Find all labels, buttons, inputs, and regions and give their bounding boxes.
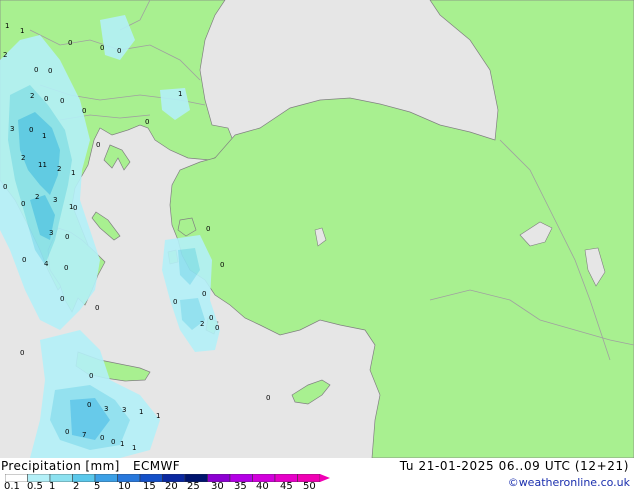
precip-value-label: 0 bbox=[173, 298, 177, 306]
precip-value-label: 0 bbox=[34, 66, 38, 74]
precip-value-label: 0 bbox=[73, 204, 77, 212]
precip-value-label: 4 bbox=[44, 260, 49, 268]
precip-value-label: 7 bbox=[82, 431, 86, 439]
precip-value-label: 0 bbox=[100, 44, 104, 52]
precip-value-label: 1 bbox=[42, 132, 46, 140]
precip-value-label: 0 bbox=[266, 394, 270, 402]
precip-value-label: 0 bbox=[44, 95, 48, 103]
scale-tick-label: 20 bbox=[165, 481, 178, 492]
precip-value-label: 1 bbox=[178, 90, 182, 98]
precip-value-label: 1 bbox=[132, 444, 136, 452]
precip-value-label: 0 bbox=[89, 372, 93, 380]
scale-tick-label: 1 bbox=[49, 481, 56, 492]
precip-value-label: 0 bbox=[111, 438, 115, 446]
scale-tick-label: 15 bbox=[143, 481, 156, 492]
valid-time: Tu 21-01-2025 06..09 UTC (12+21) bbox=[399, 459, 629, 473]
scale-tick-label: 0.1 bbox=[4, 481, 20, 492]
precip-value-label: 0 bbox=[82, 107, 86, 115]
precip-value-label: 0 bbox=[68, 39, 72, 47]
precip-value-label: 11 bbox=[38, 161, 47, 169]
scale-tick-label: 30 bbox=[211, 481, 224, 492]
scale-tick-label: 35 bbox=[234, 481, 247, 492]
precip-value-label: 1 bbox=[20, 27, 24, 35]
precip-value-label: 0 bbox=[100, 434, 104, 442]
precip-value-label: 0 bbox=[21, 200, 25, 208]
precip-value-label: 1 bbox=[71, 169, 75, 177]
precip-value-label: 2 bbox=[57, 165, 61, 173]
precip-value-label: 3 bbox=[104, 405, 108, 413]
scale-tick-label: 45 bbox=[280, 481, 293, 492]
precip-value-label: 1 bbox=[69, 203, 73, 211]
precip-value-label: 2 bbox=[30, 92, 34, 100]
precip-value-label: 2 bbox=[21, 154, 25, 162]
precip-value-label: 0 bbox=[65, 233, 69, 241]
precip-value-label: 0 bbox=[87, 401, 91, 409]
scale-arrow bbox=[320, 474, 330, 482]
scale-tick-label: 0.5 bbox=[27, 481, 43, 492]
precip-value-label: 3 bbox=[10, 125, 14, 133]
precip-value-label: 0 bbox=[96, 141, 100, 149]
precip-value-label: 0 bbox=[145, 118, 149, 126]
precip-value-label: 0 bbox=[64, 264, 68, 272]
scale-tick-label: 5 bbox=[94, 481, 101, 492]
precip-value-label: 0 bbox=[117, 47, 121, 55]
weather-map-page: 1 1 0 0 0 0 2 0 0 2 0 0 1 0 0 3 0 1 2 11 2 1 0 2 0 0 3 1 3 0 4 0 0 0 0 0 0 0 0… bbox=[0, 0, 634, 492]
precip-value-label: 1 bbox=[139, 408, 143, 416]
precipitation-map: 1100 002002 001003 01211 2 1020 0313 04 00000000… bbox=[0, 0, 634, 458]
precip-value-label: 0 bbox=[3, 183, 7, 191]
precip-value-label: 0 bbox=[206, 225, 210, 233]
precip-value-label: 2 bbox=[3, 51, 7, 59]
precip-value-label: 0 bbox=[220, 261, 224, 269]
scale-tick-label: 40 bbox=[256, 481, 269, 492]
precip-value-label: 1 bbox=[120, 440, 124, 448]
scale-tick-label: 25 bbox=[187, 481, 200, 492]
map-title: Precipitation [mm] bbox=[1, 459, 120, 473]
precip-value-label: 0 bbox=[202, 290, 206, 298]
scale-tick-label: 2 bbox=[73, 481, 80, 492]
scale-tick-label: 50 bbox=[303, 481, 316, 492]
precip-value-label: 2 bbox=[200, 320, 204, 328]
precip-value-label: 0 bbox=[95, 304, 99, 312]
precip-value-label: 3 bbox=[49, 229, 53, 237]
scale-tick-label: 10 bbox=[118, 481, 131, 492]
precip-value-label: 0 bbox=[22, 256, 26, 264]
precip-value-label: 0 bbox=[60, 97, 64, 105]
model-name: ECMWF bbox=[133, 459, 181, 473]
credit-link[interactable]: ©weatheronline.co.uk bbox=[508, 476, 630, 490]
precip-value-label: 0 bbox=[29, 126, 33, 134]
precip-value-label: 0 bbox=[48, 67, 52, 75]
precip-value-label: 3 bbox=[122, 406, 126, 414]
precip-value-label: 0 bbox=[215, 324, 219, 332]
precip-value-label: 3 bbox=[53, 196, 57, 204]
precip-value-label: 2 bbox=[35, 193, 39, 201]
precip-value-label: 1 bbox=[5, 22, 9, 30]
precip-value-label: 1 bbox=[156, 412, 160, 420]
precip-value-label: 0 bbox=[20, 349, 24, 357]
precip-value-label: 0 bbox=[65, 428, 69, 436]
precip-value-label: 0 bbox=[209, 314, 213, 322]
precip-value-label: 0 bbox=[60, 295, 64, 303]
